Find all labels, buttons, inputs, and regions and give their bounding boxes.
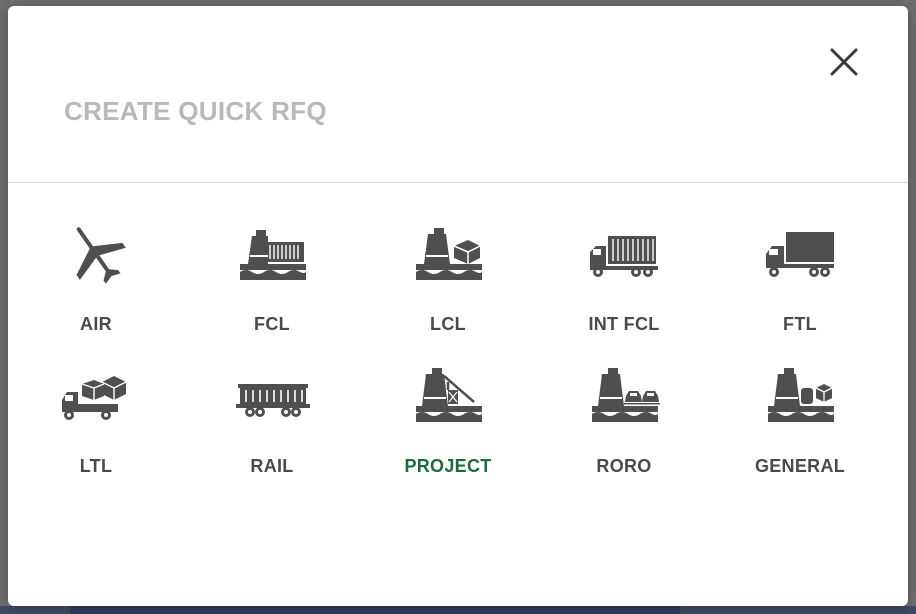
ship-crane-icon [410, 358, 486, 434]
option-label: AIR [80, 314, 112, 334]
modal-title: CREATE QUICK RFQ [64, 96, 327, 126]
option-label: RAIL [250, 456, 294, 476]
option-label: PROJECT [404, 456, 492, 476]
option-roro[interactable]: RORO [536, 358, 712, 500]
ship-cars-icon [586, 358, 662, 434]
option-label: INT FCL [588, 314, 660, 334]
option-label: FCL [254, 314, 290, 334]
option-label: LCL [430, 314, 466, 334]
truck-boxes-icon [58, 358, 134, 434]
option-lcl[interactable]: LCL [360, 216, 536, 358]
close-button[interactable] [822, 40, 866, 84]
option-label: LTL [79, 456, 113, 476]
ship-box-icon [410, 216, 486, 292]
container-truck-icon [586, 216, 662, 292]
airplane-icon [58, 216, 134, 292]
option-label: RORO [596, 456, 652, 476]
option-ltl[interactable]: LTL [8, 358, 184, 500]
option-fcl[interactable]: FCL [184, 216, 360, 358]
option-project[interactable]: PROJECT [360, 358, 536, 500]
ship-cargo-icon [762, 358, 838, 434]
background-footer-accent [70, 606, 680, 614]
option-int-fcl[interactable]: INT FCL [536, 216, 712, 358]
option-label: GENERAL [754, 456, 846, 476]
option-air[interactable]: AIR [8, 216, 184, 358]
transport-mode-grid: AIR FCL LCL INT FCL FTL LTL RAIL PROJECT… [8, 216, 908, 500]
modal-header: CREATE QUICK RFQ [8, 6, 908, 183]
ship-container-icon [234, 216, 310, 292]
truck-icon [762, 216, 838, 292]
option-rail[interactable]: RAIL [184, 358, 360, 500]
option-general[interactable]: GENERAL [712, 358, 888, 500]
quick-rfq-modal: CREATE QUICK RFQ AIR FCL LCL INT FCL FTL… [8, 6, 908, 606]
close-icon [830, 48, 858, 76]
railcar-icon [234, 358, 310, 434]
option-ftl[interactable]: FTL [712, 216, 888, 358]
option-label: FTL [783, 314, 817, 334]
